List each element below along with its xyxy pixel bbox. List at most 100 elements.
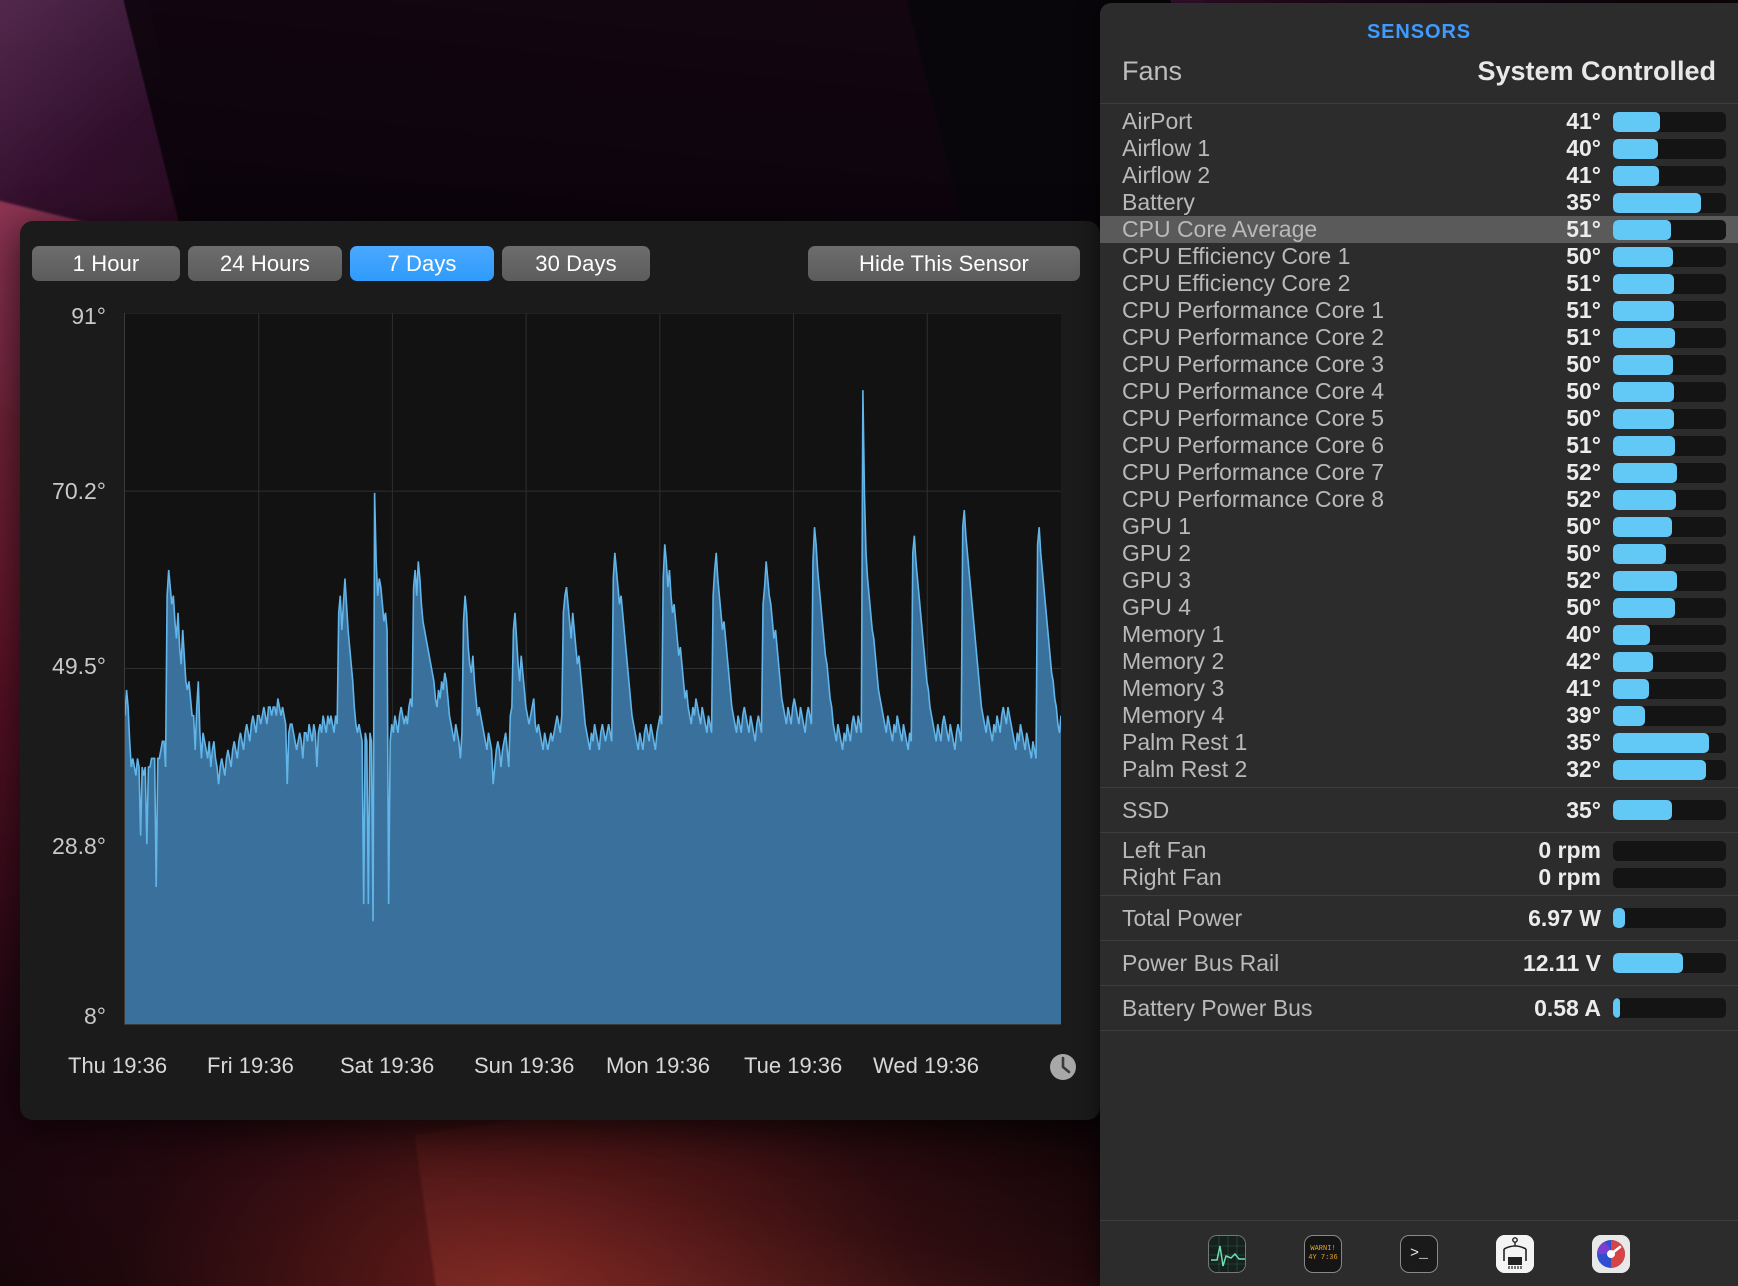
range-button-30-days[interactable]: 30 Days <box>502 246 650 281</box>
sensor-bar-fill <box>1613 381 1675 402</box>
sensor-row[interactable]: CPU Core Average 51° <box>1100 216 1738 243</box>
sensor-row[interactable]: GPU 3 52° <box>1100 567 1738 594</box>
sensor-row[interactable]: CPU Performance Core 8 52° <box>1100 486 1738 513</box>
sensor-row[interactable]: CPU Efficiency Core 2 51° <box>1100 270 1738 297</box>
warning-clock-icon[interactable]: WARNI! 4Y 7:36 <box>1304 1234 1342 1273</box>
sensor-bar-fill <box>1613 570 1678 591</box>
sensor-row[interactable]: AirPort 41° <box>1100 108 1738 135</box>
sensor-bar-fill <box>1613 273 1675 294</box>
sensor-name: Battery Power Bus <box>1122 994 1313 1021</box>
sensor-bar-fill <box>1613 408 1675 429</box>
sensor-bar-fill <box>1613 597 1676 618</box>
sensor-name: Palm Rest 2 <box>1122 756 1248 782</box>
fans-summary-row[interactable]: Fans System Controlled <box>1100 44 1738 104</box>
sensor-name: CPU Performance Core 7 <box>1122 459 1385 485</box>
hide-this-sensor-button[interactable]: Hide This Sensor <box>808 246 1080 281</box>
range-button-24-hours[interactable]: 24 Hours <box>188 246 342 281</box>
sensor-row[interactable]: Memory 1 40° <box>1100 621 1738 648</box>
sensor-row[interactable]: CPU Performance Core 2 51° <box>1100 324 1738 351</box>
sensor-value: 41° <box>1566 162 1601 188</box>
sensor-name: SSD <box>1122 796 1170 823</box>
sensor-bar-fill <box>1613 219 1671 240</box>
sensor-group-battery-bus: Battery Power Bus 0.58 A <box>1100 986 1738 1031</box>
sensor-value: 51° <box>1566 432 1601 458</box>
sensor-row[interactable]: Left Fan 0 rpm <box>1100 837 1738 864</box>
sensor-value: 39° <box>1566 702 1601 728</box>
sensor-bar-track <box>1613 327 1726 348</box>
sensor-value: 41° <box>1566 675 1601 701</box>
x-tick-sat: Sat 19:36 <box>340 1053 435 1078</box>
sensor-row[interactable]: GPU 2 50° <box>1100 540 1738 567</box>
gauge-icon[interactable] <box>1592 1234 1630 1273</box>
sensor-value: 35° <box>1566 729 1601 755</box>
sensor-value: 6.97 W <box>1528 904 1601 931</box>
sensor-value: 12.11 V <box>1522 949 1601 976</box>
sensor-row[interactable]: Airflow 2 41° <box>1100 162 1738 189</box>
x-tick-tue: Tue 19:36 <box>744 1053 843 1078</box>
sensor-row[interactable]: Palm Rest 1 35° <box>1100 729 1738 756</box>
sensor-row[interactable]: CPU Performance Core 5 50° <box>1100 405 1738 432</box>
sensor-bar-track <box>1613 462 1726 483</box>
sensor-row[interactable]: GPU 4 50° <box>1100 594 1738 621</box>
y-tick-28: 28.8° <box>52 833 106 859</box>
sensor-row[interactable]: CPU Performance Core 7 52° <box>1100 459 1738 486</box>
sensor-name: Airflow 2 <box>1122 162 1211 188</box>
sensor-group-storage: SSD 35° <box>1100 788 1738 833</box>
sensor-row[interactable]: CPU Performance Core 1 51° <box>1100 297 1738 324</box>
terminal-icon[interactable]: >_ <box>1400 1234 1438 1273</box>
sensor-value: 50° <box>1566 378 1601 404</box>
sensor-row[interactable]: Battery 35° <box>1100 189 1738 216</box>
x-tick-mon: Mon 19:36 <box>606 1053 710 1078</box>
sensor-row[interactable]: CPU Performance Core 3 50° <box>1100 351 1738 378</box>
sensor-name: Total Power <box>1122 904 1243 931</box>
sensor-row[interactable]: Memory 3 41° <box>1100 675 1738 702</box>
sensor-name: Memory 1 <box>1122 621 1225 647</box>
sensor-bar-track <box>1613 678 1726 699</box>
sensor-value: 50° <box>1566 243 1601 269</box>
hardware-monitor-icon[interactable] <box>1496 1234 1534 1273</box>
sensor-name: AirPort <box>1122 108 1193 134</box>
sensor-row[interactable]: GPU 1 50° <box>1100 513 1738 540</box>
sensor-bar-track <box>1613 300 1726 321</box>
sensor-value: 41° <box>1566 108 1601 134</box>
fans-value: System Controlled <box>1477 56 1716 86</box>
sensor-bar-track <box>1613 165 1726 186</box>
app-dock: WARNI! 4Y 7:36 >_ <box>1100 1220 1738 1286</box>
sensor-row[interactable]: Memory 2 42° <box>1100 648 1738 675</box>
sensor-bar-track <box>1613 867 1726 888</box>
sensor-name: CPU Performance Core 1 <box>1122 297 1385 323</box>
sensor-row[interactable]: Total Power 6.97 W <box>1100 900 1738 936</box>
range-button-7-days[interactable]: 7 Days <box>350 246 494 281</box>
sensor-row[interactable]: Right Fan 0 rpm <box>1100 864 1738 891</box>
sensor-bar-fill <box>1613 705 1645 726</box>
sensor-bar-track <box>1613 597 1726 618</box>
range-button-1-hour[interactable]: 1 Hour <box>32 246 180 281</box>
sensor-name: GPU 1 <box>1122 513 1192 539</box>
sensor-row[interactable]: Memory 4 39° <box>1100 702 1738 729</box>
sensor-bar-fill <box>1613 246 1673 267</box>
sensor-row[interactable]: Battery Power Bus 0.58 A <box>1100 990 1738 1026</box>
clock-icon[interactable] <box>1048 1052 1078 1082</box>
sensor-bar-fill <box>1613 543 1667 564</box>
sensor-row[interactable]: CPU Performance Core 4 50° <box>1100 378 1738 405</box>
sensor-bar-fill <box>1613 138 1659 159</box>
sensor-row[interactable]: Power Bus Rail 12.11 V <box>1100 945 1738 981</box>
sensor-bar-track <box>1613 732 1726 753</box>
sensor-bar-fill <box>1613 192 1702 213</box>
sensor-bar-track <box>1613 354 1726 375</box>
temperature-chart-plot[interactable] <box>124 313 1061 1025</box>
sensor-row[interactable]: Airflow 1 40° <box>1100 135 1738 162</box>
y-tick-91: 91° <box>71 303 106 329</box>
y-tick-8: 8° <box>84 1003 106 1029</box>
sensor-row[interactable]: Palm Rest 2 32° <box>1100 756 1738 783</box>
sensor-bar-fill <box>1613 624 1651 645</box>
sensors-panel-title: SENSORS <box>1366 21 1472 43</box>
sensor-bar-track <box>1613 192 1726 213</box>
sensor-bar-track <box>1613 759 1726 780</box>
sensor-row[interactable]: CPU Performance Core 6 51° <box>1100 432 1738 459</box>
heart-monitor-icon[interactable] <box>1208 1234 1246 1273</box>
sensor-groups-container: AirPort 41° Airflow 1 40° Airflow 2 41° Batter… <box>1100 104 1738 1031</box>
sensor-row[interactable]: SSD 35° <box>1100 792 1738 828</box>
sensor-bar-fill <box>1613 111 1661 132</box>
sensor-row[interactable]: CPU Efficiency Core 1 50° <box>1100 243 1738 270</box>
